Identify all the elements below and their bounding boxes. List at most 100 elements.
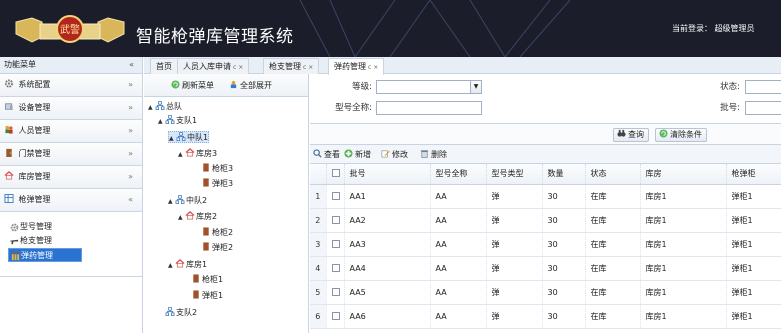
tab-close-icon[interactable]: c ×	[303, 64, 313, 71]
table-row[interactable]: 2 AA2 AA 弹 30 在库 库房1 弹柜1	[310, 208, 781, 233]
tab-personnel-apply[interactable]: 人员入库申请 c ×	[177, 58, 250, 74]
tab-gun-management[interactable]: 枪支管理 c ×	[263, 58, 320, 74]
house-icon	[175, 259, 185, 268]
table-row[interactable]: 6 AA6 AA 弹 30 在库 库房1 弹柜1	[310, 304, 781, 329]
tree-toggle-icon[interactable]: ▲	[178, 212, 185, 224]
expand-chevron-icon[interactable]: »	[128, 143, 133, 165]
collapse-menu-button[interactable]: «	[129, 57, 134, 73]
table-row[interactable]: 4 AA4 AA 弹 30 在库 库房1 弹柜1	[310, 256, 781, 281]
expand-chevron-icon[interactable]: »	[128, 120, 133, 142]
left-menu: 功能菜单 « 系统配置 » 设备管理 » 人员管理 » 门禁管理 » 库房管理 …	[0, 57, 143, 333]
submenu-item-ammo[interactable]: 弹药管理	[8, 248, 82, 262]
batch-input[interactable]	[745, 101, 781, 115]
expand-chevron-icon[interactable]: »	[128, 97, 133, 119]
menu-item-gun-ammo[interactable]: 枪弹管理 «	[0, 189, 142, 212]
tree-node[interactable]: 弹柜2	[194, 242, 233, 254]
police-badge-logo: 武警	[15, 15, 125, 43]
tree-toggle-icon[interactable]: ▲	[168, 260, 175, 272]
tree-node[interactable]: ▲ 中队2	[168, 195, 207, 207]
row-select-cell[interactable]	[326, 256, 345, 281]
column-header[interactable]: 型号类型	[486, 164, 543, 185]
cabinet-icon	[203, 163, 209, 172]
column-header[interactable]: 枪弹柜	[726, 164, 781, 185]
tree-node[interactable]: ▲ 库房1	[168, 259, 207, 271]
view-button[interactable]: 查看	[313, 149, 340, 160]
submenu-item-gun[interactable]: 枪支管理	[0, 234, 142, 248]
tree-node[interactable]: ▲ 总队	[148, 101, 182, 113]
row-select-cell[interactable]	[326, 208, 345, 233]
tab-ammo-management[interactable]: 弹药管理 c ×	[328, 58, 385, 75]
search-bar: 查询 清除条件	[310, 123, 781, 145]
tree-toggle-icon[interactable]: ▲	[158, 116, 165, 128]
column-header[interactable]: 型号全称	[430, 164, 487, 185]
edit-button[interactable]: 修改	[381, 149, 408, 160]
tree-node-label: 库房3	[196, 149, 218, 158]
table-row[interactable]: 3 AA3 AA 弹 30 在库 库房1 弹柜1	[310, 232, 781, 257]
grid-toolbar: 查看 新增 修改 删除	[310, 145, 781, 164]
row-checkbox[interactable]	[331, 191, 340, 200]
table-row[interactable]: 5 AA5 AA 弹 30 在库 库房1 弹柜1	[310, 280, 781, 305]
menu-item-system-config[interactable]: 系统配置 »	[0, 74, 142, 97]
menu-item-warehouse[interactable]: 库房管理 »	[0, 166, 142, 189]
delete-button[interactable]: 删除	[420, 149, 447, 160]
row-select-cell[interactable]	[326, 184, 345, 209]
tab-home[interactable]: 首页	[150, 58, 178, 74]
row-checkbox[interactable]	[331, 239, 340, 248]
level-select[interactable]: ▼	[376, 80, 482, 94]
menu-item-access-control[interactable]: 门禁管理 »	[0, 143, 142, 166]
expand-chevron-icon[interactable]: »	[128, 74, 133, 96]
expand-chevron-icon[interactable]: »	[128, 166, 133, 188]
select-all-checkbox[interactable]	[331, 169, 340, 178]
row-checkbox[interactable]	[331, 263, 340, 272]
tree-node[interactable]: 支队2	[158, 307, 197, 319]
row-select-cell[interactable]	[326, 280, 345, 305]
clear-conditions-button[interactable]: 清除条件	[655, 128, 707, 142]
expand-all-button[interactable]: 全部展开	[229, 80, 272, 91]
tab-close-icon[interactable]: c ×	[368, 64, 378, 71]
cell-model: AA	[430, 304, 487, 329]
tree-node[interactable]: ▲ 支队1	[158, 115, 197, 127]
submenu-label: 弹药管理	[21, 251, 53, 260]
tree-toggle-icon[interactable]: ▲	[169, 133, 176, 145]
table-row[interactable]: 1 AA1 AA 弹 30 在库 库房1 弹柜1	[310, 184, 781, 209]
tree-node-label: 弹柜3	[212, 179, 234, 188]
menu-item-device[interactable]: 设备管理 »	[0, 97, 142, 120]
tree-node[interactable]: 弹柜1	[184, 290, 223, 302]
row-checkbox[interactable]	[331, 215, 340, 224]
tree-toggle-icon[interactable]: ▲	[148, 102, 155, 114]
tree-toggle-icon[interactable]: ▲	[178, 149, 185, 161]
menu-item-label: 人员管理	[18, 126, 51, 135]
collapse-chevron-icon[interactable]: «	[128, 189, 133, 211]
tree-node[interactable]: ▲ 库房3	[178, 148, 217, 160]
refresh-menu-button[interactable]: 刷新菜单	[171, 80, 214, 91]
submenu-label: 型号管理	[20, 222, 52, 231]
tree-toggle-icon[interactable]: ▲	[168, 196, 175, 208]
tab-label: 人员入库申请	[183, 62, 231, 71]
column-header[interactable]: 库房	[640, 164, 727, 185]
row-select-cell[interactable]	[326, 304, 345, 329]
row-checkbox[interactable]	[331, 311, 340, 320]
tree-node[interactable]: 弹柜3	[194, 178, 233, 190]
tab-close-icon[interactable]: c ×	[233, 64, 243, 71]
add-button[interactable]: 新增	[344, 149, 371, 160]
tree-node[interactable]: ▲ 中队1	[168, 131, 210, 145]
column-header[interactable]: 状态	[585, 164, 641, 185]
menu-item-personnel[interactable]: 人员管理 »	[0, 120, 142, 143]
dropdown-arrow-icon[interactable]: ▼	[470, 81, 481, 93]
status-input[interactable]	[745, 80, 781, 94]
row-number: 4	[310, 256, 327, 281]
query-button[interactable]: 查询	[613, 128, 649, 142]
tree-node[interactable]: 枪柜2	[194, 227, 233, 239]
column-header[interactable]: 数量	[542, 164, 586, 185]
select-all-cell[interactable]	[326, 164, 345, 185]
column-header[interactable]: 批号	[344, 164, 431, 185]
row-select-cell[interactable]	[326, 232, 345, 257]
row-checkbox[interactable]	[331, 287, 340, 296]
tree-node[interactable]: 枪柜1	[184, 274, 223, 286]
model-input[interactable]	[376, 101, 482, 115]
submenu-item-model[interactable]: 型号管理	[0, 220, 142, 234]
tree-node[interactable]: ▲ 库房2	[178, 211, 217, 223]
users-icon	[5, 125, 13, 134]
tree-node[interactable]: 枪柜3	[194, 163, 233, 175]
clear-label: 清除条件	[670, 130, 702, 139]
